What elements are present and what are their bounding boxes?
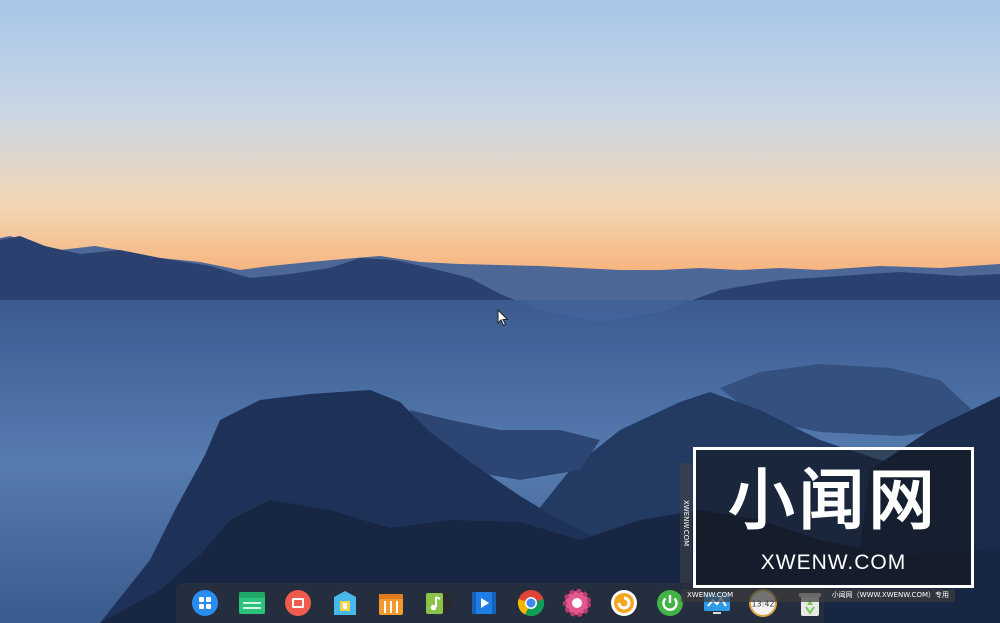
archive-manager-icon[interactable] <box>368 583 415 623</box>
watermark-strip-right: 小闻网（WWW.XWENW.COM）专用 <box>831 591 949 599</box>
mouse-cursor-icon <box>497 308 511 327</box>
music-player-icon[interactable] <box>415 583 462 623</box>
video-player-icon[interactable] <box>461 583 508 623</box>
watermark-logo: 小闻网 XWENW.COM <box>693 447 974 588</box>
watermark-strip: XWENW.COM 小闻网（WWW.XWENW.COM）专用 <box>681 589 955 602</box>
settings-icon[interactable] <box>554 583 601 623</box>
chrome-browser-icon[interactable] <box>508 583 555 623</box>
file-manager-icon[interactable] <box>229 583 276 623</box>
watermark-side-text: XWENW.COM <box>680 463 692 583</box>
watermark-strip-left: XWENW.COM <box>687 591 734 599</box>
screenshot-icon[interactable] <box>275 583 322 623</box>
watermark-domain: XWENW.COM <box>760 551 907 574</box>
crossover-icon[interactable] <box>601 583 648 623</box>
watermark-title: 小闻网 <box>728 462 939 539</box>
launcher-icon[interactable] <box>182 583 229 623</box>
store-icon[interactable] <box>322 583 369 623</box>
